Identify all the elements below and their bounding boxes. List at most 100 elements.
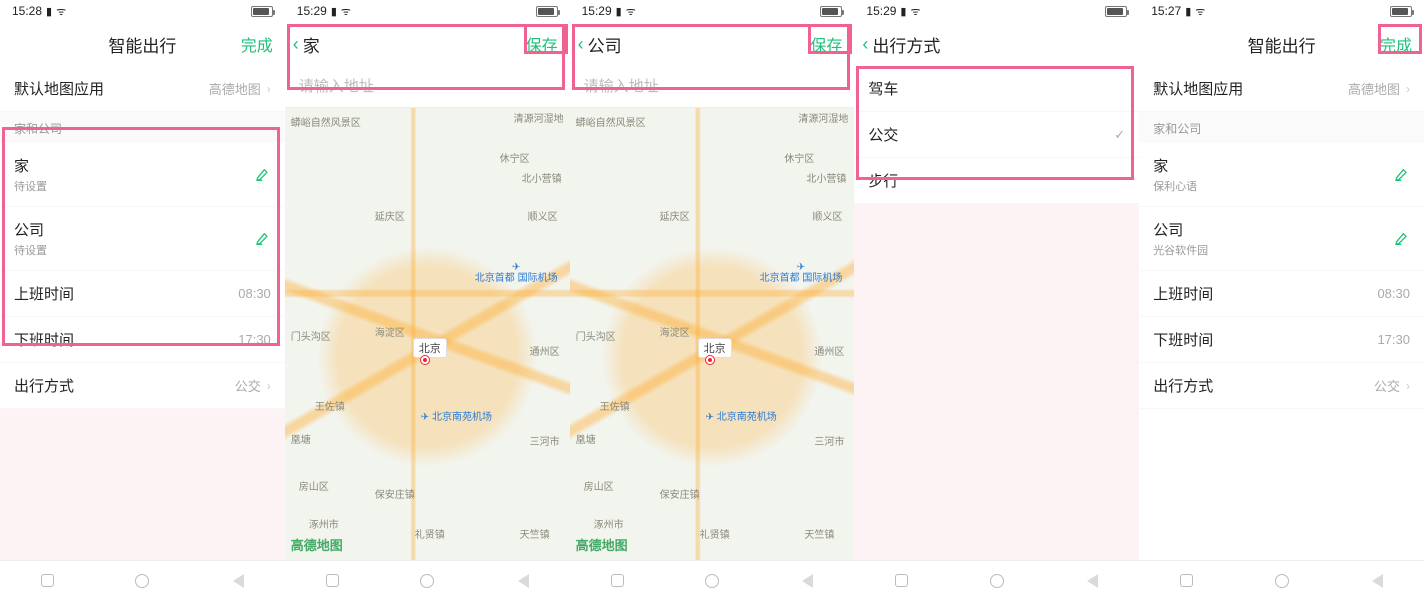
home-button[interactable]	[703, 572, 721, 590]
back-button[interactable]: ‹ 公司	[578, 22, 622, 66]
settings-list: 默认地图应用 高德地图› 家和公司 家 保利心语 公司 光谷软件园 上班时间	[1139, 66, 1424, 409]
android-nav-bar	[854, 560, 1139, 600]
section-home-office: 家和公司	[1139, 112, 1424, 143]
settings-list: 默认地图应用 高德地图› 家和公司 家 待设置 公司 待设置 上班时间 08:	[0, 66, 285, 409]
recent-button[interactable]	[893, 572, 911, 590]
sim-icon: ▮	[331, 5, 337, 18]
check-icon: ✓	[1114, 127, 1125, 143]
nav-header: ‹ 家 保存	[285, 22, 570, 66]
nav-header: ‹ 出行方式	[854, 22, 1139, 66]
chevron-right-icon: ›	[267, 379, 271, 393]
nav-header: 智能出行 完成	[0, 22, 285, 66]
android-nav-bar	[285, 560, 570, 600]
blank-area	[854, 204, 1139, 560]
row-office[interactable]: 公司 待设置	[0, 207, 285, 271]
edit-icon[interactable]	[255, 167, 271, 183]
page-title: 智能出行	[1248, 32, 1316, 57]
city-label: 北京	[698, 338, 732, 358]
chevron-left-icon: ‹	[578, 34, 584, 55]
screen-2-edit-home: 15:29 ▮ ᯤ ‹ 家 保存 蟒峪自然风景区 清源河湿地 休宁区 北小营镇 延庆…	[285, 0, 570, 600]
done-button[interactable]: 完成	[1380, 22, 1412, 66]
status-bar: 15:28 ▮ ᯤ	[0, 0, 285, 22]
map-pin-icon	[706, 356, 714, 364]
option-walk[interactable]: 步行	[854, 158, 1139, 204]
screen-3-edit-office: 15:29 ▮ ᯤ ‹ 公司 保存 蟒峪自然风景区 清源河湿地 休宁区 北小营镇 延…	[570, 0, 855, 600]
back-button[interactable]	[228, 572, 246, 590]
sim-icon: ▮	[46, 5, 52, 18]
blank-area	[0, 409, 285, 560]
option-bus[interactable]: 公交 ✓	[854, 112, 1139, 158]
wifi-icon: ᯤ	[910, 4, 920, 19]
city-label: 北京	[413, 338, 447, 358]
wifi-icon: ᯤ	[1195, 4, 1205, 19]
sim-icon: ▮	[616, 5, 622, 18]
row-work-time[interactable]: 上班时间 08:30	[0, 271, 285, 317]
sim-icon: ▮	[1185, 5, 1191, 18]
chevron-right-icon: ›	[1406, 82, 1410, 96]
back-button[interactable]	[798, 572, 816, 590]
status-bar: 15:29 ▮ ᯤ	[285, 0, 570, 22]
chevron-right-icon: ›	[1406, 379, 1410, 393]
home-button[interactable]	[1273, 572, 1291, 590]
battery-icon	[1390, 6, 1412, 17]
nav-header: ‹ 公司 保存	[570, 22, 855, 66]
android-nav-bar	[570, 560, 855, 600]
clock: 15:28	[12, 4, 42, 18]
android-nav-bar	[1139, 560, 1424, 600]
edit-icon[interactable]	[255, 231, 271, 247]
clock: 15:29	[582, 4, 612, 18]
wifi-icon: ᯤ	[341, 4, 351, 19]
row-office[interactable]: 公司 光谷软件园	[1139, 207, 1424, 271]
screen-5-settings-filled: 15:27▮ᯤ 智能出行 完成 默认地图应用 高德地图› 家和公司 家 保利心语…	[1139, 0, 1424, 600]
back-button[interactable]	[1367, 572, 1385, 590]
row-default-map[interactable]: 默认地图应用 高德地图›	[1139, 66, 1424, 112]
row-default-map[interactable]: 默认地图应用 高德地图›	[0, 66, 285, 112]
row-home[interactable]: 家 保利心语	[1139, 143, 1424, 207]
page-title: 智能出行	[108, 32, 176, 57]
home-button[interactable]	[988, 572, 1006, 590]
row-off-time[interactable]: 下班时间 17:30	[1139, 317, 1424, 363]
clock: 15:29	[866, 4, 896, 18]
save-button[interactable]: 保存	[526, 22, 558, 66]
wifi-icon: ᯤ	[626, 4, 636, 19]
address-input[interactable]	[570, 66, 855, 108]
screen-1-settings: 15:28 ▮ ᯤ 智能出行 完成 默认地图应用 高德地图› 家和公司 家 待设…	[0, 0, 285, 600]
save-button[interactable]: 保存	[810, 22, 842, 66]
clock: 15:29	[297, 4, 327, 18]
recent-button[interactable]	[38, 572, 56, 590]
chevron-left-icon: ‹	[293, 34, 299, 55]
back-button[interactable]: ‹ 出行方式	[862, 22, 940, 66]
row-mode[interactable]: 出行方式 公交›	[0, 363, 285, 409]
edit-icon[interactable]	[1394, 167, 1410, 183]
section-home-office: 家和公司	[0, 112, 285, 143]
mode-list: 驾车 公交 ✓ 步行	[854, 66, 1139, 204]
address-input[interactable]	[285, 66, 570, 108]
battery-icon	[536, 6, 558, 17]
sim-icon: ▮	[900, 5, 906, 18]
back-button[interactable]: ‹ 家	[293, 22, 320, 66]
row-work-time[interactable]: 上班时间 08:30	[1139, 271, 1424, 317]
map-view[interactable]: 蟒峪自然风景区 清源河湿地 休宁区 北小营镇 延庆区 顺义区 ✈北京首都 国际机…	[285, 108, 570, 560]
gaode-logo: 高德地图	[576, 535, 628, 554]
battery-icon	[820, 6, 842, 17]
screen-4-travel-mode: 15:29 ▮ ᯤ ‹ 出行方式 驾车 公交 ✓ 步行	[854, 0, 1139, 600]
row-home[interactable]: 家 待设置	[0, 143, 285, 207]
recent-button[interactable]	[1178, 572, 1196, 590]
back-button[interactable]	[1083, 572, 1101, 590]
row-mode[interactable]: 出行方式 公交›	[1139, 363, 1424, 409]
nav-header: 智能出行 完成	[1139, 22, 1424, 66]
home-button[interactable]	[133, 572, 151, 590]
wifi-icon: ᯤ	[56, 4, 66, 19]
done-button[interactable]: 完成	[241, 22, 273, 66]
map-pin-icon	[421, 356, 429, 364]
edit-icon[interactable]	[1394, 231, 1410, 247]
map-view[interactable]: 蟒峪自然风景区 清源河湿地 休宁区 北小营镇 延庆区 顺义区 ✈北京首都 国际机…	[570, 108, 855, 560]
recent-button[interactable]	[608, 572, 626, 590]
recent-button[interactable]	[323, 572, 341, 590]
option-drive[interactable]: 驾车	[854, 66, 1139, 112]
home-button[interactable]	[418, 572, 436, 590]
battery-icon	[251, 6, 273, 17]
back-button[interactable]	[513, 572, 531, 590]
row-off-time[interactable]: 下班时间 17:30	[0, 317, 285, 363]
battery-icon	[1105, 6, 1127, 17]
